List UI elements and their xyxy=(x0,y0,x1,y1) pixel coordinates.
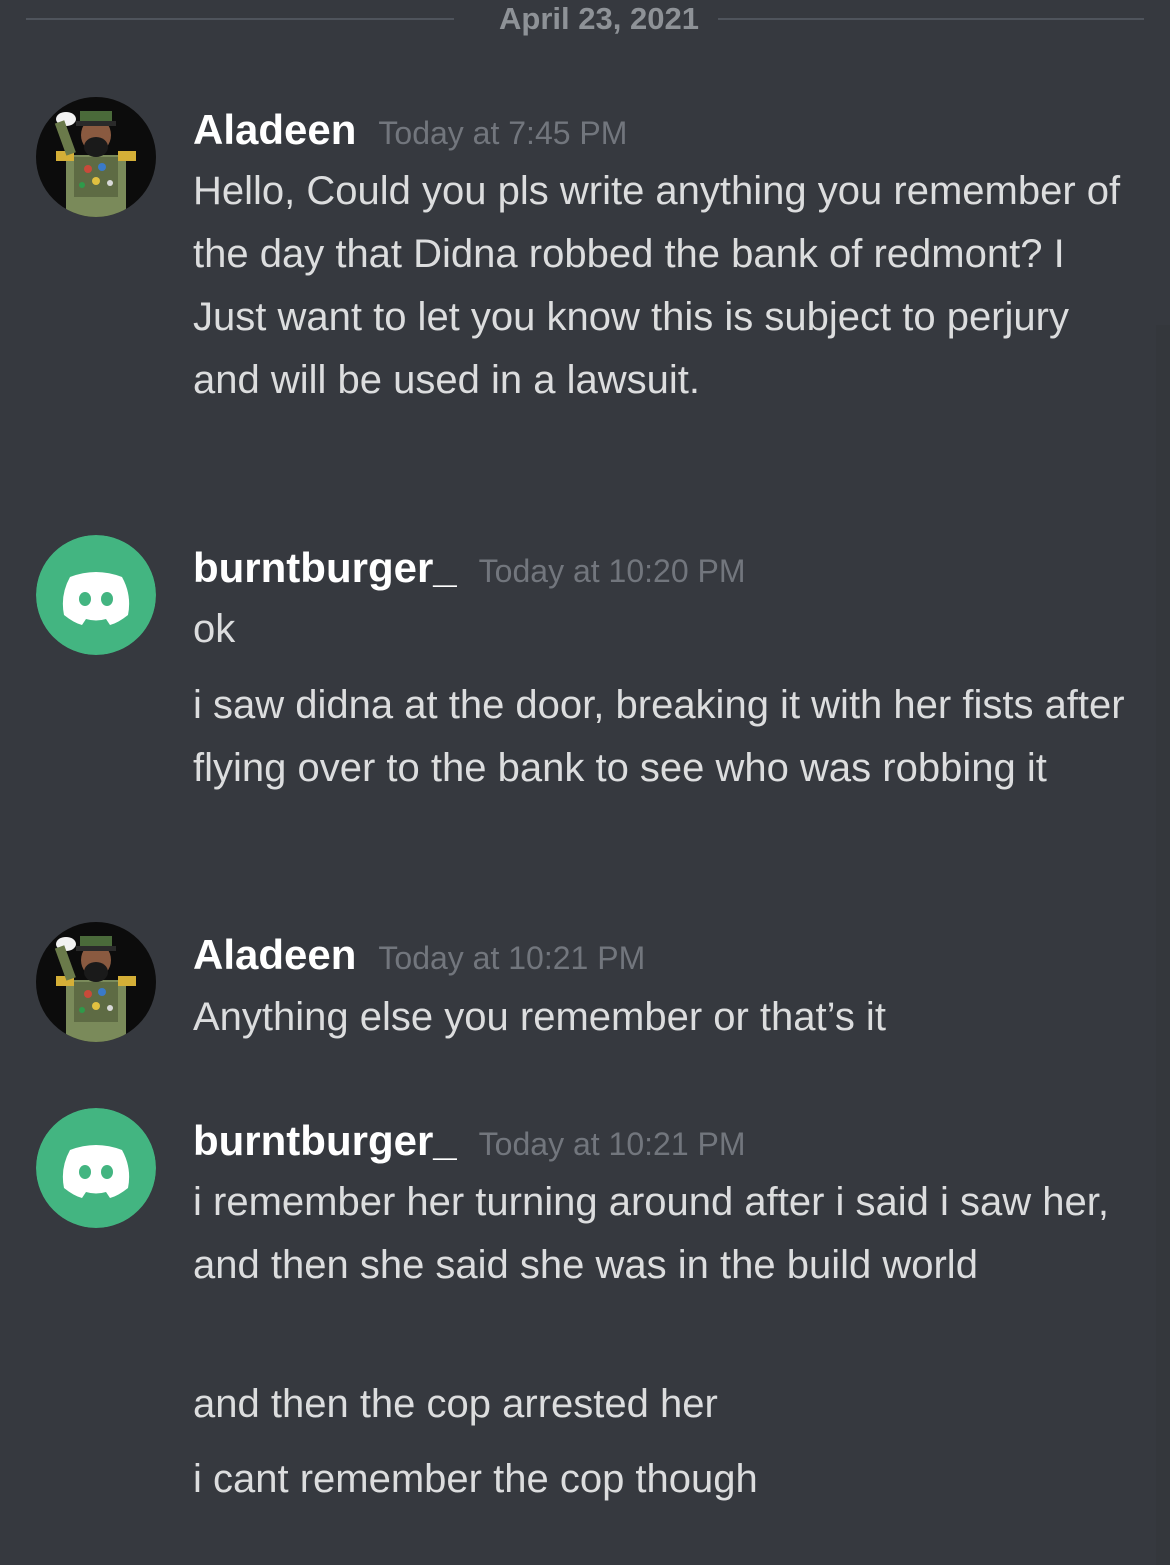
message-header: Aladeen Today at 7:45 PM xyxy=(193,105,627,155)
message-header: burntburger_ Today at 10:21 PM xyxy=(193,1116,746,1166)
date-divider: April 23, 2021 xyxy=(26,0,1144,38)
user-avatar-photo[interactable] xyxy=(36,922,156,1042)
username[interactable]: burntburger_ xyxy=(193,544,457,591)
message-header: Aladeen Today at 10:21 PM xyxy=(193,930,645,980)
timestamp: Today at 10:21 PM xyxy=(378,940,646,976)
scroll-track[interactable] xyxy=(1156,325,1170,1565)
divider-line-right xyxy=(718,18,1144,20)
message-text: i saw didna at the door, breaking it wit… xyxy=(193,683,1125,790)
date-divider-label: April 23, 2021 xyxy=(499,1,699,36)
avatar-photo-icon xyxy=(36,97,156,217)
timestamp: Today at 10:21 PM xyxy=(478,1126,746,1162)
message-text: Hello, Could you pls write anything you … xyxy=(193,169,1121,402)
username[interactable]: burntburger_ xyxy=(193,1117,457,1164)
timestamp: Today at 10:20 PM xyxy=(478,553,746,589)
divider-line-left xyxy=(26,18,454,20)
user-avatar-default[interactable] xyxy=(36,535,156,655)
message-text: and then the cop arrested her xyxy=(193,1382,718,1426)
user-avatar-photo[interactable] xyxy=(36,97,156,217)
message-header: burntburger_ Today at 10:20 PM xyxy=(193,543,746,593)
message-text: Anything else you remember or that’s it xyxy=(193,995,886,1039)
message-text: i cant remember the cop though xyxy=(193,1457,758,1501)
discord-logo-icon xyxy=(36,535,156,655)
user-avatar-default[interactable] xyxy=(36,1108,156,1228)
message-text: i remember her turning around after i sa… xyxy=(193,1180,1109,1287)
timestamp: Today at 7:45 PM xyxy=(378,115,628,151)
discord-logo-icon xyxy=(36,1108,156,1228)
username[interactable]: Aladeen xyxy=(193,106,356,153)
avatar-photo-icon xyxy=(36,922,156,1042)
message-text: ok xyxy=(193,607,236,651)
username[interactable]: Aladeen xyxy=(193,931,356,978)
